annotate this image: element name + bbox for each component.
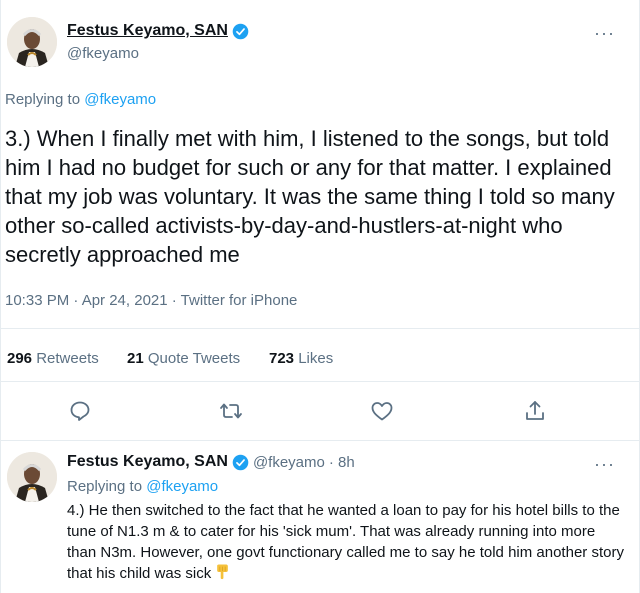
verified-badge-icon xyxy=(232,23,249,39)
likes-stat[interactable]: 723 Likes xyxy=(269,350,333,367)
reply-tweet-body: 4.) He then switched to the fact that he… xyxy=(67,500,627,584)
retweets-count: 296 xyxy=(7,350,33,367)
quote-tweets-stat[interactable]: 21 Quote Tweets xyxy=(127,350,240,367)
author-name[interactable]: Festus Keyamo, SAN xyxy=(67,22,228,40)
tweet-thread: Festus Keyamo, SAN @fkeyamo ··· Replying… xyxy=(0,0,640,593)
likes-count: 723 xyxy=(269,350,295,367)
retweets-label: Retweets xyxy=(36,350,99,367)
reply-replying-to: Replying to @fkeyamo xyxy=(67,478,218,495)
tweet-text: 3.) When I finally met with him, I liste… xyxy=(5,126,615,267)
divider xyxy=(1,440,640,441)
quotes-label: Quote Tweets xyxy=(147,350,241,367)
like-icon[interactable] xyxy=(370,399,394,423)
share-icon[interactable] xyxy=(523,399,547,423)
reply-author-handle[interactable]: @fkeyamo xyxy=(253,454,325,471)
profile-photo xyxy=(7,452,57,502)
replying-to-label: Replying to xyxy=(67,478,143,495)
retweets-stat[interactable]: 296 Retweets xyxy=(7,350,99,367)
avatar[interactable] xyxy=(7,17,57,67)
divider xyxy=(1,328,640,329)
profile-photo xyxy=(7,17,57,67)
author-handle[interactable]: @fkeyamo xyxy=(67,45,139,62)
reply-author-name[interactable]: Festus Keyamo, SAN xyxy=(67,453,228,471)
replying-to-handle[interactable]: @fkeyamo xyxy=(84,91,156,108)
verified-badge-icon xyxy=(232,454,249,470)
divider xyxy=(1,381,640,382)
avatar[interactable] xyxy=(7,452,57,502)
author-name-row: Festus Keyamo, SAN xyxy=(67,22,249,40)
likes-label: Likes xyxy=(298,350,334,367)
retweet-icon[interactable] xyxy=(219,399,243,423)
replying-to: Replying to @fkeyamo xyxy=(5,91,156,108)
more-options-icon[interactable]: ··· xyxy=(594,24,615,42)
reply-tweet-text: 4.) He then switched to the fact that he… xyxy=(67,502,624,582)
reply-icon[interactable] xyxy=(68,399,92,423)
replying-to-handle[interactable]: @fkeyamo xyxy=(146,478,218,495)
tweet-timestamp[interactable]: 10:33 PM · Apr 24, 2021 · Twitter for iP… xyxy=(5,292,297,309)
reply-time[interactable]: · 8h xyxy=(329,454,355,471)
replying-to-label: Replying to xyxy=(5,91,81,108)
pointing-down-emoji xyxy=(217,564,229,580)
quotes-count: 21 xyxy=(127,350,144,367)
more-options-icon[interactable]: ··· xyxy=(594,455,615,473)
reply-author-row: Festus Keyamo, SAN @fkeyamo · 8h xyxy=(67,453,355,471)
